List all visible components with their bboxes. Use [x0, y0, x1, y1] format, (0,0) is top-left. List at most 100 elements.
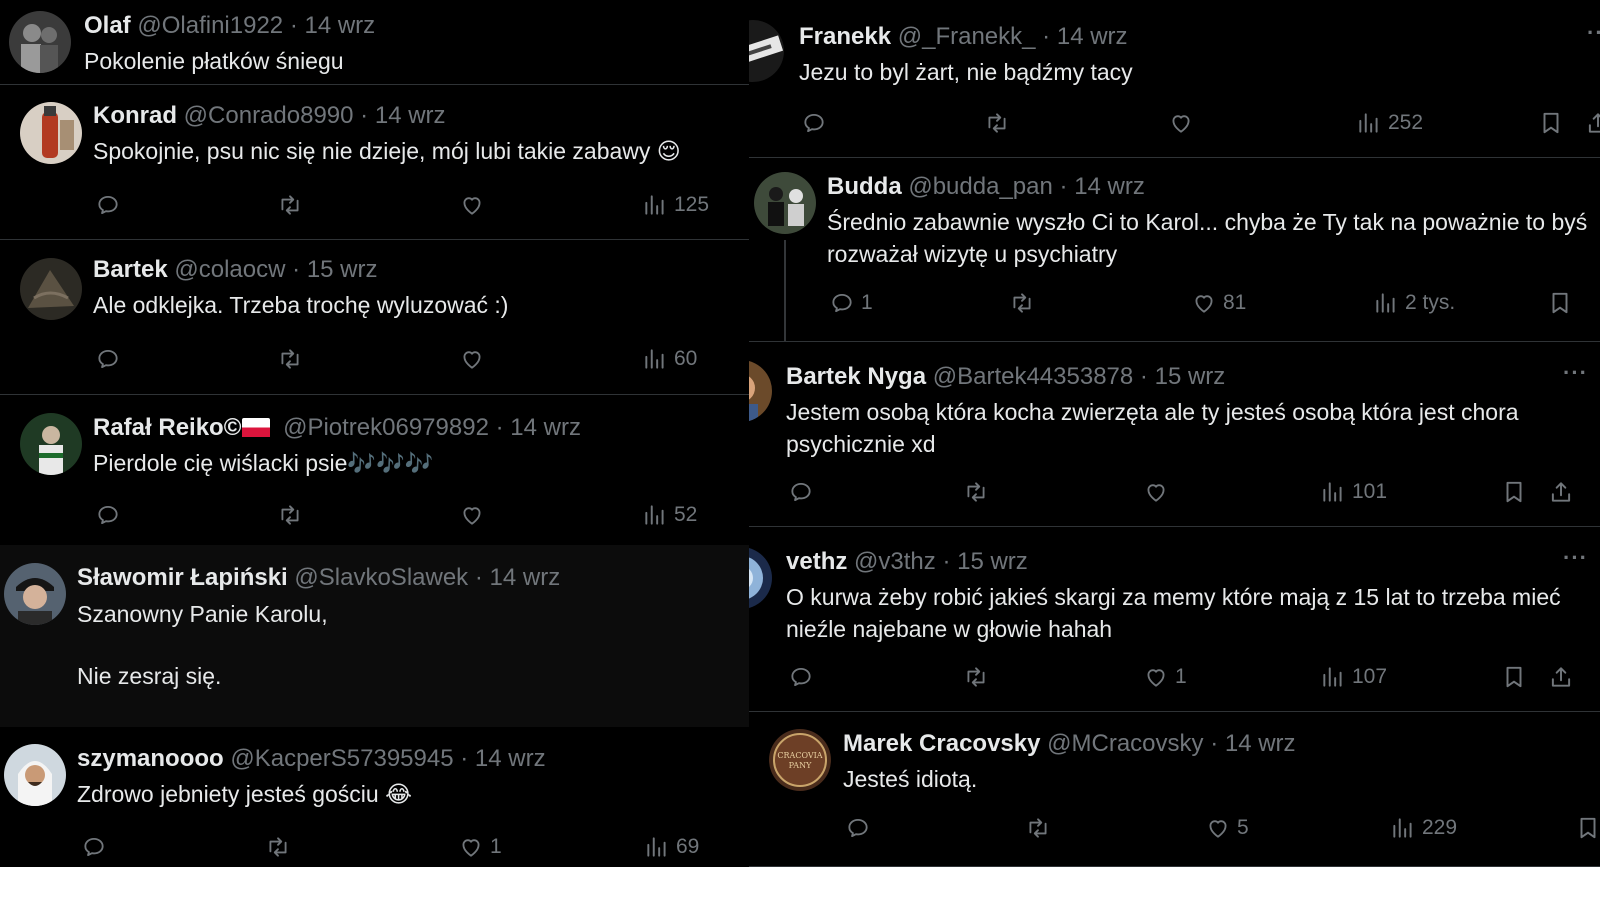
tweet-date[interactable]: 15 wrz	[307, 256, 378, 283]
more-options-button[interactable]: ···	[1587, 20, 1600, 46]
like-button[interactable]: 1	[1143, 661, 1187, 693]
more-options-button[interactable]: ···	[1563, 360, 1588, 386]
tweet-date[interactable]: 14 wrz	[375, 102, 446, 129]
author-name[interactable]: Konrad	[93, 102, 177, 129]
author-name[interactable]: Rafał Reiko	[93, 414, 224, 441]
views-button[interactable]: 52	[642, 499, 697, 531]
tweet-date[interactable]: 14 wrz	[304, 12, 375, 39]
reply-button[interactable]: 1	[829, 287, 873, 319]
avatar[interactable]	[749, 360, 772, 422]
avatar[interactable]	[4, 563, 66, 625]
tweet-date[interactable]: 14 wrz	[1057, 23, 1128, 50]
avatar[interactable]	[754, 172, 816, 234]
reply-button[interactable]	[801, 107, 833, 139]
reply-tweet[interactable]: szymanoooo @KacperS57395945 · 14 wrz Zdr…	[0, 727, 749, 867]
author-name[interactable]: Budda	[827, 173, 902, 200]
tweet-date[interactable]: 14 wrz	[1074, 173, 1145, 200]
avatar[interactable]	[749, 20, 784, 82]
repost-button[interactable]	[1025, 812, 1057, 844]
views-button[interactable]: 60	[642, 343, 697, 375]
tweet-date[interactable]: 15 wrz	[957, 548, 1028, 575]
avatar[interactable]	[20, 413, 82, 475]
reply-tweet[interactable]: Budda @budda_pan · 14 wrz Średnio zabawn…	[749, 158, 1600, 341]
author-handle[interactable]: @KacperS57395945	[230, 745, 453, 772]
views-button[interactable]: 229	[1390, 812, 1457, 844]
avatar[interactable]	[9, 11, 71, 73]
views-button[interactable]: 125	[642, 189, 709, 221]
bookmark-button[interactable]	[1501, 661, 1527, 693]
avatar[interactable]	[20, 102, 82, 164]
tweet-date[interactable]: 14 wrz	[510, 414, 581, 441]
avatar[interactable]: CRACOVIA PANY	[769, 729, 831, 791]
repost-button[interactable]	[1009, 287, 1041, 319]
tweet-date[interactable]: 14 wrz	[490, 564, 561, 591]
author-name[interactable]: Marek Cracovsky	[843, 730, 1040, 757]
repost-button[interactable]	[984, 107, 1016, 139]
repost-button[interactable]	[277, 189, 309, 221]
like-button[interactable]	[459, 189, 491, 221]
reply-tweet[interactable]: Olaf @Olafini1922 · 14 wrz Pokolenie pła…	[0, 0, 749, 85]
author-handle[interactable]: @_Franekk_	[898, 23, 1036, 50]
like-button[interactable]	[459, 499, 491, 531]
views-button[interactable]: 107	[1320, 661, 1387, 693]
reply-tweet[interactable]: Bartek @colaocw · 15 wrz Ale odklejka. T…	[0, 240, 749, 394]
reply-button[interactable]	[95, 499, 127, 531]
like-button[interactable]	[1143, 476, 1175, 508]
like-button[interactable]: 1	[458, 831, 502, 863]
author-name[interactable]: Olaf	[84, 12, 131, 39]
bookmark-button[interactable]	[1538, 107, 1564, 139]
more-options-button[interactable]: ···	[1563, 545, 1588, 571]
reply-tweet[interactable]: Rafał Reiko© @Piotrek06979892 · 14 wrz P…	[0, 395, 749, 543]
reply-tweet[interactable]: CRACOVIA PANY Marek Cracovsky @MCracovsky…	[749, 712, 1600, 867]
bookmark-button[interactable]	[1575, 812, 1600, 844]
author-handle[interactable]: @v3thz	[854, 548, 936, 575]
like-button[interactable]	[1168, 107, 1200, 139]
tweet-date[interactable]: 14 wrz	[1225, 730, 1296, 757]
reply-button[interactable]	[81, 831, 113, 863]
like-button[interactable]: 5	[1205, 812, 1249, 844]
tweet-date[interactable]: 15 wrz	[1155, 363, 1226, 390]
reply-tweet[interactable]: Konrad @Conrado8990 · 14 wrz Spokojnie, …	[0, 85, 749, 239]
tweet-date[interactable]: 14 wrz	[475, 745, 546, 772]
share-button[interactable]	[1548, 476, 1574, 508]
reply-button[interactable]	[788, 661, 820, 693]
reply-tweet[interactable]: Franekk @_Franekk_ · 14 wrz ··· Jezu to …	[749, 0, 1600, 158]
repost-button[interactable]	[963, 476, 995, 508]
repost-button[interactable]	[277, 499, 309, 531]
views-button[interactable]: 2 tys.	[1373, 287, 1455, 319]
author-name[interactable]: Bartek	[93, 256, 168, 283]
avatar[interactable]	[4, 744, 66, 806]
author-name[interactable]: Sławomir Łapiński	[77, 564, 288, 591]
reply-button[interactable]	[788, 476, 820, 508]
author-handle[interactable]: @Bartek44353878	[933, 363, 1134, 390]
reply-tweet[interactable]: Bartek Nyga @Bartek44353878 · 15 wrz ···…	[749, 342, 1600, 526]
share-button[interactable]	[1548, 661, 1574, 693]
views-button[interactable]: 101	[1320, 476, 1387, 508]
author-name[interactable]: Bartek Nyga	[786, 363, 926, 390]
author-handle[interactable]: @MCracovsky	[1047, 730, 1203, 757]
reply-button[interactable]	[845, 812, 877, 844]
reply-tweet[interactable]: Sławomir Łapiński @SlavkoSlawek · 14 wrz…	[0, 545, 749, 727]
reply-button[interactable]	[95, 343, 127, 375]
author-handle[interactable]: @colaocw	[174, 256, 285, 283]
author-name[interactable]: szymanoooo	[77, 745, 224, 772]
repost-button[interactable]	[277, 343, 309, 375]
reply-button[interactable]	[95, 189, 127, 221]
avatar[interactable]	[749, 547, 772, 609]
author-handle[interactable]: @SlavkoSlawek	[294, 564, 468, 591]
like-button[interactable]: 81	[1191, 287, 1246, 319]
author-name[interactable]: vethz	[786, 548, 847, 575]
author-handle[interactable]: @budda_pan	[908, 173, 1053, 200]
bookmark-button[interactable]	[1547, 287, 1573, 319]
bookmark-button[interactable]	[1501, 476, 1527, 508]
avatar[interactable]	[20, 258, 82, 320]
repost-button[interactable]	[265, 831, 297, 863]
author-name[interactable]: Franekk	[799, 23, 891, 50]
share-button[interactable]	[1585, 107, 1600, 139]
author-handle[interactable]: @Olafini1922	[137, 12, 283, 39]
views-button[interactable]: 252	[1356, 107, 1423, 139]
reply-tweet[interactable]: vethz @v3thz · 15 wrz ··· O kurwa żeby r…	[749, 527, 1600, 711]
views-button[interactable]: 69	[644, 831, 699, 863]
like-button[interactable]	[459, 343, 491, 375]
author-handle[interactable]: @Conrado8990	[184, 102, 354, 129]
